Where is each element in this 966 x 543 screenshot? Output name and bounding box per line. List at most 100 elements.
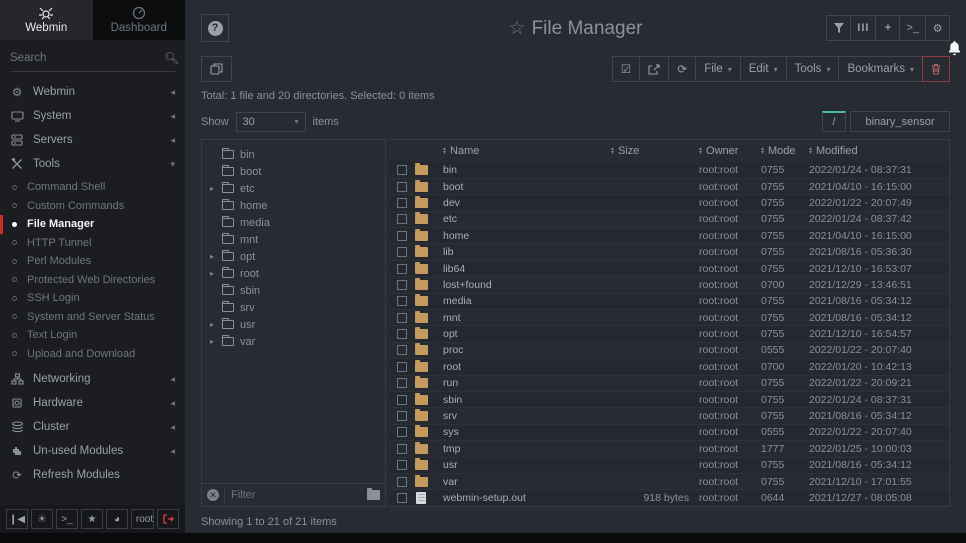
sidebar-item-unused-modules[interactable]: Un-used Modules ◂: [0, 439, 185, 463]
cell-name[interactable]: home: [443, 228, 611, 244]
tree-item[interactable]: ▸ etc: [202, 180, 385, 197]
table-row[interactable]: bin root:root 0755 2022/01/24 - 08:37:31: [389, 162, 949, 178]
select-all-button[interactable]: ☑︎: [612, 56, 640, 82]
cell-name[interactable]: boot: [443, 178, 611, 194]
theme-toggle-button[interactable]: ☀: [31, 509, 53, 529]
tree-item[interactable]: ▸ boot: [202, 163, 385, 180]
column-header-name[interactable]: ▴▾Name: [443, 140, 611, 162]
row-checkbox[interactable]: [397, 395, 407, 405]
table-row[interactable]: media root:root 0755 2021/08/16 - 05:34:…: [389, 293, 949, 309]
submenu-item[interactable]: HTTP Tunnel: [0, 234, 185, 253]
tree-item[interactable]: ▸ root: [202, 265, 385, 282]
column-header-mode[interactable]: ▴▾Mode: [761, 140, 809, 162]
tree-item[interactable]: ▸ usr: [202, 316, 385, 333]
folder-select-icon[interactable]: [367, 490, 380, 500]
row-checkbox[interactable]: [397, 165, 407, 175]
row-checkbox[interactable]: [397, 329, 407, 339]
table-row[interactable]: root root:root 0700 2022/01/20 - 10:42:1…: [389, 359, 949, 375]
sidebar-item-networking[interactable]: Networking ◂: [0, 367, 185, 391]
bookmarks-menu-button[interactable]: Bookmarks▾: [838, 56, 923, 82]
row-checkbox[interactable]: [397, 313, 407, 323]
row-checkbox[interactable]: [397, 264, 407, 274]
cell-name[interactable]: proc: [443, 342, 611, 358]
column-header-modified[interactable]: ▴▾Modified: [809, 140, 949, 162]
paste-export-button[interactable]: [639, 56, 669, 82]
table-row[interactable]: tmp root:root 1777 2022/01/25 - 10:00:03: [389, 441, 949, 457]
search-input[interactable]: [10, 52, 164, 64]
filter-button[interactable]: [826, 15, 851, 41]
columns-button[interactable]: III: [850, 15, 876, 41]
table-row[interactable]: opt root:root 0755 2021/12/10 - 16:54:57: [389, 326, 949, 342]
tree-filter-input[interactable]: [224, 487, 362, 503]
table-row[interactable]: dev root:root 0755 2022/01/22 - 20:07:49: [389, 195, 949, 211]
cell-name[interactable]: var: [443, 473, 611, 489]
add-button[interactable]: +: [875, 15, 900, 41]
tree-item[interactable]: ▸ bin: [202, 146, 385, 163]
logout-button[interactable]: [157, 509, 179, 529]
tree-item[interactable]: ▸ srv: [202, 299, 385, 316]
shell-button[interactable]: >_: [56, 509, 78, 529]
tree-item[interactable]: ▸ sbin: [202, 282, 385, 299]
cell-name[interactable]: lib: [443, 244, 611, 260]
row-checkbox[interactable]: [397, 214, 407, 224]
row-checkbox[interactable]: [397, 280, 407, 290]
tree-item[interactable]: ▸ home: [202, 197, 385, 214]
sidebar-item-refresh-modules[interactable]: ⟳ Refresh Modules: [0, 463, 185, 487]
tab-dashboard[interactable]: Dashboard: [93, 0, 186, 40]
refresh-button[interactable]: ⟳: [668, 56, 696, 82]
cell-name[interactable]: media: [443, 293, 611, 309]
tools-menu-button[interactable]: Tools▾: [786, 56, 840, 82]
tab-webmin[interactable]: Webmin: [0, 0, 93, 40]
cell-name[interactable]: mnt: [443, 310, 611, 326]
tree-item[interactable]: ▸ opt: [202, 248, 385, 265]
expand-arrow-icon[interactable]: ▸: [208, 252, 216, 261]
favorites-button[interactable]: ★: [81, 509, 103, 529]
cell-name[interactable]: srv: [443, 408, 611, 424]
cell-name[interactable]: sys: [443, 424, 611, 440]
row-checkbox[interactable]: [397, 296, 407, 306]
clear-filter-icon[interactable]: ✕: [207, 489, 219, 501]
table-row[interactable]: usr root:root 0755 2021/08/16 - 05:34:12: [389, 457, 949, 473]
table-row[interactable]: sbin root:root 0755 2022/01/24 - 08:37:3…: [389, 391, 949, 407]
cell-name[interactable]: tmp: [443, 441, 611, 457]
sidebar-item-system[interactable]: System ◂: [0, 104, 185, 128]
notifications-bell-icon[interactable]: [947, 40, 962, 56]
tree-item[interactable]: ▸ mnt: [202, 231, 385, 248]
sidebar-item-tools[interactable]: Tools ▾: [0, 152, 185, 176]
row-checkbox[interactable]: [397, 444, 407, 454]
page-size-select[interactable]: 30 ▾: [236, 112, 306, 132]
expand-arrow-icon[interactable]: ▸: [208, 269, 216, 278]
root-path-button[interactable]: /: [822, 111, 846, 132]
table-row[interactable]: lib root:root 0755 2021/08/16 - 05:36:30: [389, 244, 949, 260]
favorite-star-icon[interactable]: ☆: [509, 18, 526, 39]
row-checkbox[interactable]: [397, 231, 407, 241]
trash-button[interactable]: [922, 56, 950, 82]
row-checkbox[interactable]: [397, 493, 407, 503]
edit-menu-button[interactable]: Edit▾: [740, 56, 787, 82]
table-row[interactable]: sys root:root 0555 2022/01/22 - 20:07:40: [389, 424, 949, 440]
submenu-item[interactable]: Perl Modules: [0, 252, 185, 271]
cell-name[interactable]: dev: [443, 195, 611, 211]
cell-name[interactable]: lib64: [443, 260, 611, 276]
submenu-item[interactable]: System and Server Status: [0, 308, 185, 327]
sidebar-item-servers[interactable]: Servers ◂: [0, 128, 185, 152]
row-checkbox[interactable]: [397, 460, 407, 470]
file-menu-button[interactable]: File▾: [695, 56, 741, 82]
table-row[interactable]: home root:root 0755 2021/04/10 - 16:15:0…: [389, 228, 949, 244]
expand-arrow-icon[interactable]: ▸: [208, 337, 216, 346]
submenu-item[interactable]: Text Login: [0, 326, 185, 345]
table-row[interactable]: lib64 root:root 0755 2021/12/10 - 16:53:…: [389, 260, 949, 276]
collapse-sidebar-button[interactable]: ❙◀︎: [6, 509, 28, 529]
table-row[interactable]: proc root:root 0555 2022/01/22 - 20:07:4…: [389, 342, 949, 358]
submenu-item[interactable]: Custom Commands: [0, 197, 185, 216]
row-checkbox[interactable]: [397, 182, 407, 192]
sidebar-item-cluster[interactable]: Cluster ◂: [0, 415, 185, 439]
table-row[interactable]: etc root:root 0755 2022/01/24 - 08:37:42: [389, 211, 949, 227]
submenu-item[interactable]: File Manager: [0, 215, 185, 234]
cell-name[interactable]: sbin: [443, 391, 611, 407]
expand-arrow-icon[interactable]: ▸: [208, 184, 216, 193]
row-checkbox[interactable]: [397, 198, 407, 208]
row-checkbox[interactable]: [397, 345, 407, 355]
table-row[interactable]: srv root:root 0755 2021/08/16 - 05:34:12: [389, 408, 949, 424]
tree-item[interactable]: ▸ var: [202, 333, 385, 350]
